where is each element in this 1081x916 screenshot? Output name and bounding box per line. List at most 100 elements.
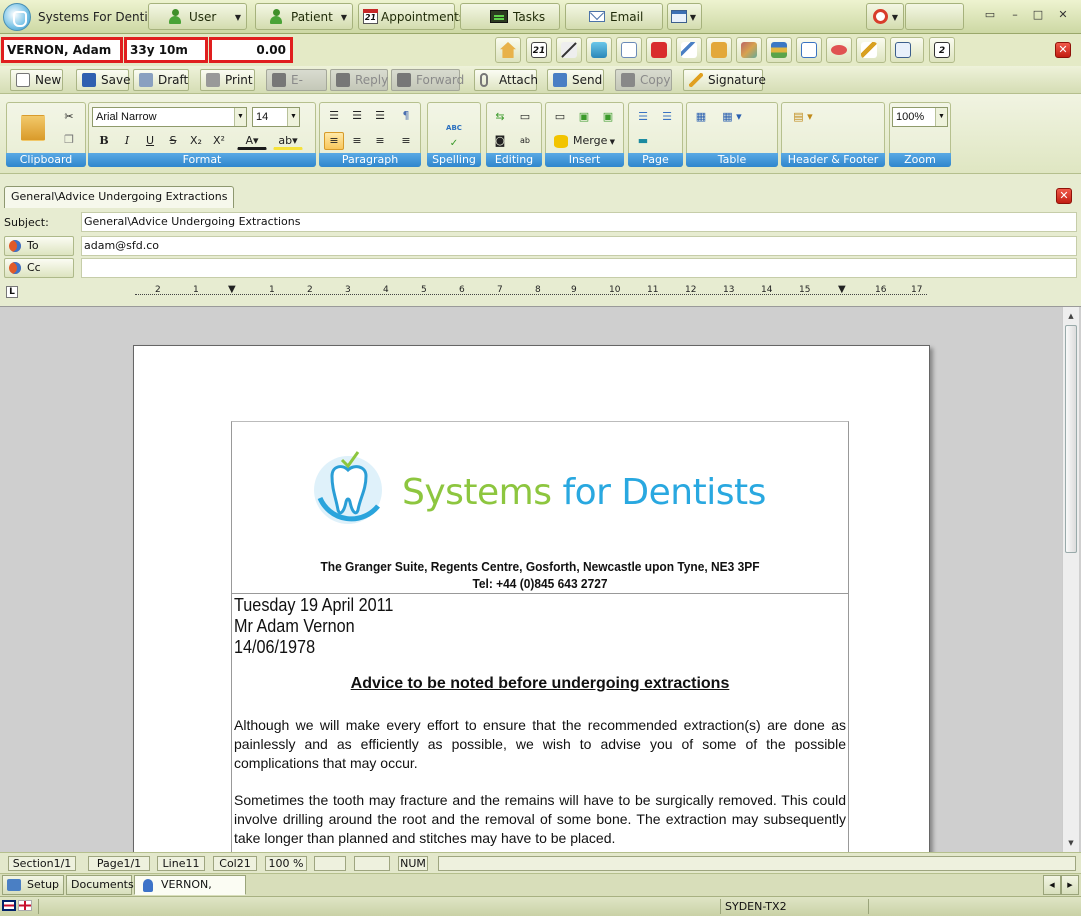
subscript-button[interactable]: X₂ [186, 132, 206, 150]
insert-image-icon[interactable]: ▣ [574, 108, 594, 126]
app-logo-icon[interactable] [3, 3, 31, 31]
scrollbar-thumb[interactable] [1065, 325, 1077, 553]
scroll-up-icon[interactable]: ▲ [1065, 310, 1077, 322]
user-menu-button[interactable]: User ▼ [148, 3, 247, 30]
justify-button[interactable]: ≡ [396, 132, 416, 150]
page-break-icon[interactable]: ☰ [633, 108, 653, 126]
tab-scroll-right-icon[interactable]: ▶ [1061, 875, 1079, 895]
image-icon[interactable] [736, 37, 762, 63]
highlight-color-button[interactable]: ab▾ [273, 132, 303, 150]
print-button[interactable]: Print [200, 69, 255, 91]
page-content[interactable]: Systems for Dentists The Granger Suite, … [231, 421, 849, 852]
bold-button[interactable]: B [94, 132, 114, 150]
send-button[interactable]: Send [547, 69, 604, 91]
tab-selector[interactable]: L [6, 286, 18, 298]
tab-patient-vernon[interactable]: VERNON, Adam [134, 875, 246, 909]
align-left-button[interactable]: ≡ [324, 132, 344, 150]
books-icon[interactable] [766, 37, 792, 63]
to-button[interactable]: To [4, 236, 74, 256]
uk-flag-icon[interactable] [2, 900, 16, 911]
reply-button[interactable]: Reply [330, 69, 388, 91]
align-center-button[interactable]: ≡ [347, 132, 367, 150]
email-button[interactable]: E-mail [266, 69, 327, 107]
indent-icon[interactable]: ☰ [370, 107, 390, 125]
paste-icon[interactable] [21, 115, 45, 141]
xray-tool-icon[interactable] [556, 37, 582, 63]
patient-menu-button[interactable]: Patient ▼ [255, 3, 353, 30]
copy-icon[interactable]: ❐ [59, 131, 79, 149]
calendar-icon[interactable]: 21 [526, 37, 552, 63]
font-name-select[interactable]: Arial Narrow ▼ [92, 107, 247, 127]
blank-nav-button[interactable] [905, 3, 964, 30]
pen-menu-icon[interactable] [856, 37, 886, 63]
new-button[interactable]: New [10, 69, 63, 91]
drill-icon[interactable] [586, 37, 612, 63]
underline-button[interactable]: U [140, 132, 160, 150]
email-button[interactable]: Email [565, 3, 663, 30]
bullet-list-icon[interactable]: ☰ [347, 107, 367, 125]
close-window-icon[interactable]: ✕ [1056, 9, 1070, 21]
draft-button[interactable]: Draft [133, 69, 189, 91]
england-flag-icon[interactable] [18, 900, 32, 911]
forward-button[interactable]: Forward [391, 69, 464, 91]
document-page[interactable]: Systems for Dentists The Granger Suite, … [133, 345, 930, 852]
spell-check-icon[interactable]: ABC ✓ [442, 119, 466, 149]
minimize-window-icon[interactable]: – [1008, 9, 1022, 21]
right-indent-marker-icon[interactable]: ▼ [838, 284, 846, 295]
table-menu-icon[interactable]: ▦ ▾ [715, 108, 749, 126]
medical-kit-icon[interactable] [646, 37, 672, 63]
tab-setup[interactable]: Setup [2, 875, 64, 895]
save-button[interactable]: Save [76, 69, 130, 91]
page-setup-icon[interactable]: ▬ [633, 132, 653, 150]
help-menu-button[interactable]: ▼ [866, 3, 904, 30]
binoculars-icon[interactable]: ◙ [490, 132, 510, 150]
strikethrough-button[interactable]: S [163, 132, 183, 150]
tasks-button[interactable]: Tasks [460, 3, 560, 30]
appointments-button[interactable]: 21 Appointments [358, 3, 465, 30]
document-icon[interactable] [616, 37, 642, 63]
insert-textbox-icon[interactable]: ▭ [550, 108, 570, 126]
show-marks-icon[interactable]: ¶ [396, 107, 416, 125]
scales-icon[interactable] [706, 37, 732, 63]
indent-marker-icon[interactable]: ▼ [228, 284, 236, 295]
numbered-list-icon[interactable]: ☰ [324, 107, 344, 125]
subject-field[interactable]: General\Advice Undergoing Extractions [81, 212, 1077, 232]
restore-window-icon[interactable]: ▭ [983, 9, 997, 21]
close-patient-icon[interactable]: ✕ [1055, 42, 1071, 58]
maximize-window-icon[interactable]: □ [1031, 9, 1045, 21]
scroll-down-icon[interactable]: ▼ [1065, 837, 1077, 849]
find-replace-icon[interactable]: ab [515, 132, 535, 150]
insert-field-icon[interactable]: ▣ [598, 108, 618, 126]
lips-icon[interactable] [826, 37, 852, 63]
attachment-icon[interactable] [676, 37, 702, 63]
window-menu-icon[interactable] [890, 37, 924, 63]
merge-button[interactable]: Merge ▼ [550, 132, 620, 150]
document-editor[interactable]: Systems for Dentists The Granger Suite, … [0, 306, 1081, 852]
tab-scroll-left-icon[interactable]: ◀ [1043, 875, 1061, 895]
window-menu-button[interactable]: ▼ [667, 3, 702, 30]
page-columns-icon[interactable]: ☰ [657, 108, 677, 126]
align-right-button[interactable]: ≡ [370, 132, 390, 150]
font-color-button[interactable]: A▾ [237, 132, 267, 150]
patient-name-box[interactable]: VERNON, Adam [1, 37, 123, 63]
header-footer-menu-icon[interactable]: ▤ ▾ [786, 108, 820, 126]
find-icon[interactable]: ⇆ [490, 108, 510, 126]
home-icon[interactable] [495, 37, 521, 63]
card-icon[interactable] [796, 37, 822, 63]
italic-button[interactable]: I [117, 132, 137, 150]
zoom-select[interactable]: 100% ▼ [892, 107, 948, 127]
copy-button[interactable]: Copy [615, 69, 672, 91]
cut-icon[interactable]: ✂ [59, 108, 79, 126]
tab-advice-undergoing-extractions[interactable]: General\Advice Undergoing Extractions [4, 186, 235, 208]
superscript-button[interactable]: X² [209, 132, 229, 150]
tab-documents[interactable]: Documents [66, 875, 134, 895]
signature-button[interactable]: Signature [683, 69, 766, 91]
vertical-scrollbar[interactable]: ▲ ▼ [1062, 307, 1079, 852]
cc-field[interactable] [81, 258, 1077, 278]
cc-button[interactable]: Cc [4, 258, 74, 278]
replace-icon[interactable]: ▭ [515, 108, 535, 126]
horizontal-ruler[interactable]: 2 1 ▼ 1 2 3 4 5 6 7 8 9 10 11 12 13 14 1… [135, 284, 927, 302]
close-document-icon[interactable]: ✕ [1056, 188, 1072, 204]
insert-table-icon[interactable]: ▦ [691, 108, 711, 126]
attach-button[interactable]: Attach [474, 69, 538, 91]
